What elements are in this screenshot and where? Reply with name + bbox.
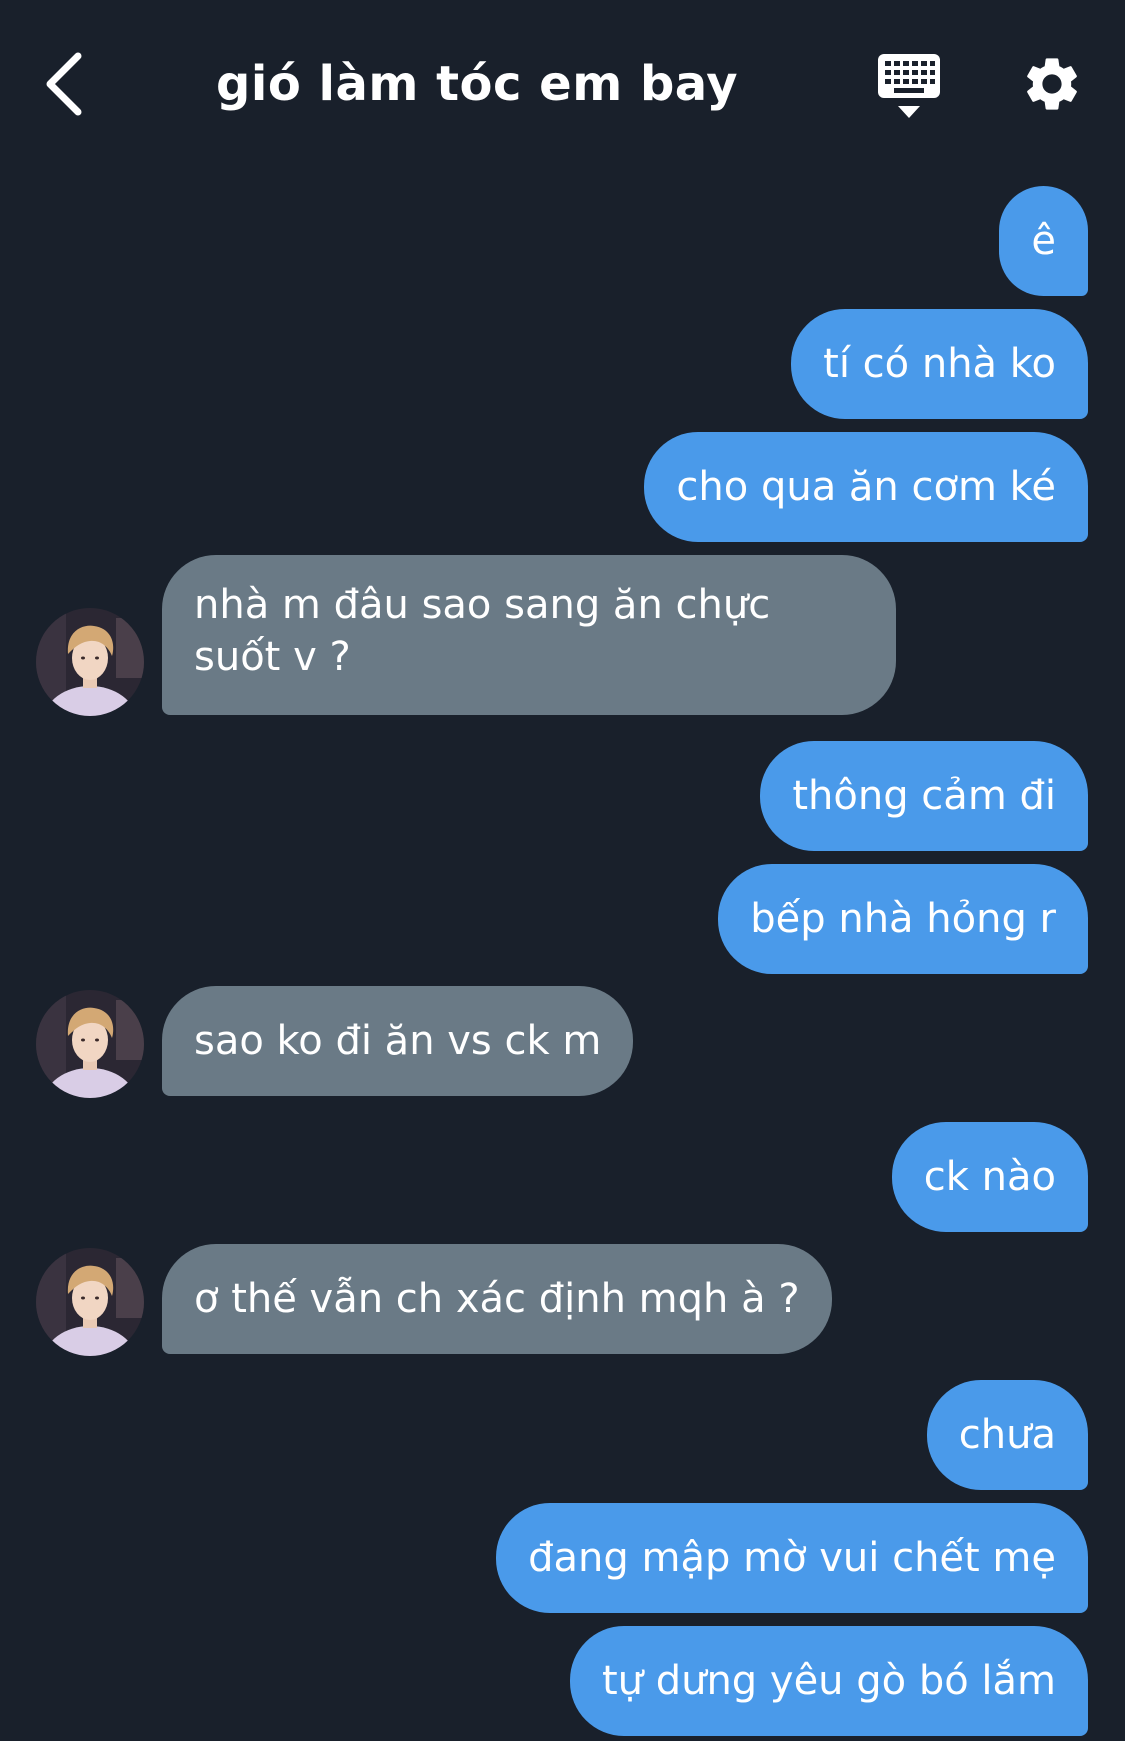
profile-photo [36,608,144,716]
outgoing-message[interactable]: tí có nhà ko [791,309,1088,419]
avatar[interactable] [36,1248,144,1356]
outgoing-message[interactable]: đang mập mờ vui chết mẹ [496,1503,1088,1613]
outgoing-message[interactable]: bếp nhà hỏng r [718,864,1088,974]
outgoing-message[interactable]: chưa [926,1380,1088,1490]
outgoing-message[interactable]: thông cảm đi [760,741,1088,851]
outgoing-message[interactable]: cho qua ăn cơm ké [644,432,1088,542]
incoming-message[interactable]: ơ thế vẫn ch xác định mqh à ? [162,1244,832,1354]
message-list: ê tí có nhà ko cho qua ăn cơm ké nhà m đ… [0,0,1125,1741]
incoming-message[interactable]: nhà m đâu sao sang ăn chực suốt v ? [162,555,896,715]
outgoing-message[interactable]: ck nào [891,1122,1088,1232]
outgoing-message[interactable]: ê [999,186,1088,296]
profile-photo [36,1248,144,1356]
avatar[interactable] [36,608,144,716]
avatar[interactable] [36,990,144,1098]
incoming-message[interactable]: sao ko đi ăn vs ck m [162,986,634,1096]
outgoing-message[interactable]: tự dưng yêu gò bó lắm [569,1626,1088,1736]
profile-photo [36,990,144,1098]
